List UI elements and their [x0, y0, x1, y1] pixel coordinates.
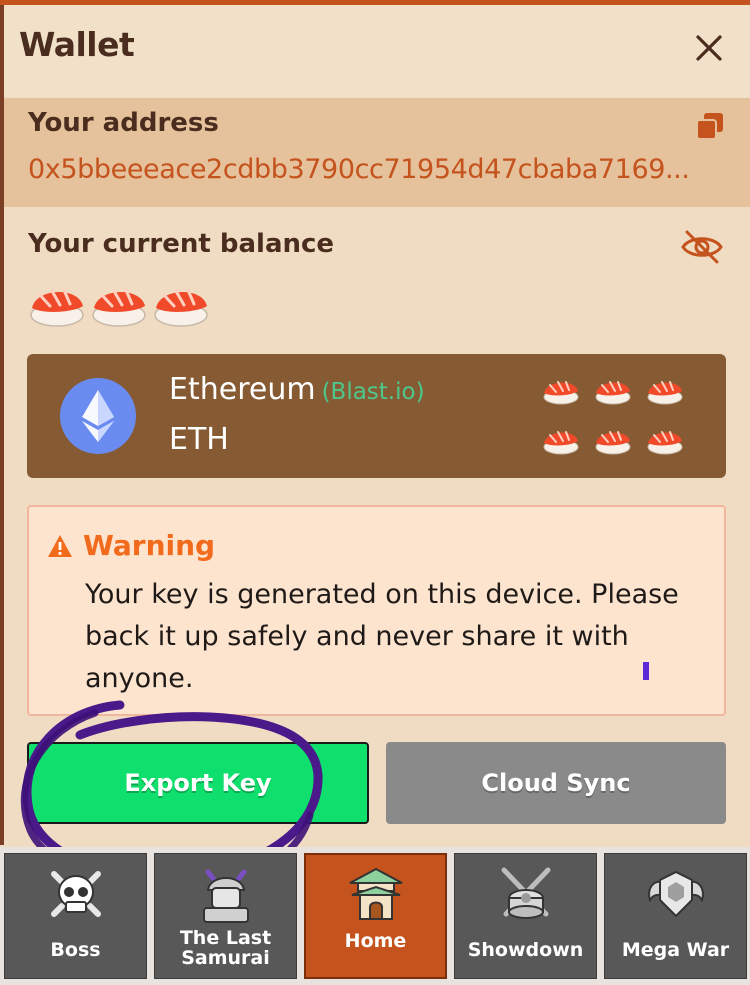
export-key-label: Export Key [124, 769, 272, 797]
nav-label-mega-war: Mega War [621, 939, 730, 961]
sushi-icon [92, 288, 146, 327]
warning-title: Warning [83, 529, 216, 562]
winged-shield-icon [647, 870, 704, 918]
skull-icon [50, 871, 101, 917]
ethereum-logo-icon [60, 378, 136, 454]
copy-icon [696, 113, 723, 140]
toggle-balance-visibility-button[interactable] [680, 227, 724, 267]
pen-mark [643, 662, 649, 680]
close-button[interactable] [692, 31, 726, 65]
token-name-row: Ethereum (Blast.io) [169, 372, 425, 407]
crossed-swords-icon [501, 867, 550, 919]
nav-label-showdown: Showdown [467, 939, 584, 961]
eye-slash-icon [681, 230, 723, 264]
address-label: Your address [28, 108, 219, 138]
wallet-header: Wallet [4, 5, 750, 97]
warning-header: Warning [47, 529, 215, 562]
warning-text: Your key is generated on this device. Pl… [85, 579, 679, 694]
sushi-icon [30, 288, 84, 327]
nav-item-boss[interactable]: Boss [4, 853, 147, 979]
cloud-sync-button[interactable]: Cloud Sync [386, 742, 726, 824]
nav-item-mega-war[interactable]: Mega War [604, 853, 747, 979]
warning-box: Warning Your key is generated on this de… [27, 505, 726, 716]
cloud-sync-label: Cloud Sync [481, 769, 631, 797]
nav-item-home[interactable]: Home [304, 853, 447, 979]
nav-label-home: Home [344, 930, 407, 952]
token-symbol: ETH [169, 422, 229, 457]
token-card[interactable]: Ethereum (Blast.io) ETH [27, 354, 726, 478]
nav-label-boss: Boss [50, 939, 101, 961]
page-title: Wallet [19, 25, 135, 64]
token-network: (Blast.io) [321, 379, 425, 405]
token-name: Ethereum [169, 372, 316, 407]
balance-hidden-sushi-row [28, 275, 210, 331]
close-icon [696, 35, 722, 61]
warning-triangle-icon [48, 534, 72, 557]
balance-label: Your current balance [28, 229, 335, 259]
sushi-icon [154, 288, 208, 327]
nav-item-the-last-samurai[interactable]: The Last Samurai [154, 853, 297, 979]
nav-label-the-last-samurai: The Last Samurai [179, 927, 272, 969]
token-balance-hidden-sushi-grid [543, 381, 683, 455]
address-value[interactable]: 0x5bbeeeace2cdbb3790cc71954d47cbaba7169.… [28, 154, 728, 185]
nav-item-showdown[interactable]: Showdown [454, 853, 597, 979]
address-section: Your address 0x5bbeeeace2cdbb3790cc71954… [4, 98, 750, 207]
export-key-button[interactable]: Export Key [27, 742, 369, 824]
samurai-icon [202, 869, 249, 923]
wallet-screen: Wallet Your address 0x5bbeeeace2cdbb3790… [0, 0, 750, 985]
copy-address-button[interactable] [694, 110, 726, 142]
bottom-navigation: Boss The Last Samurai Home Showdown Mega… [0, 847, 750, 985]
pagoda-icon [349, 867, 402, 920]
